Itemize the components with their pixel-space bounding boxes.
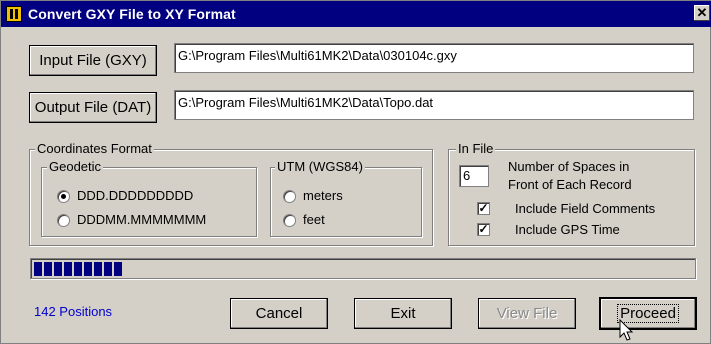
radio-dddmm-label: DDDMM.MMMMMMM (77, 212, 207, 227)
exit-button[interactable]: Exit (354, 298, 452, 329)
radio-ddd-label: DDD.DDDDDDDDD (77, 188, 194, 203)
progress-block (44, 262, 52, 276)
cancel-button-label: Cancel (255, 305, 303, 322)
geodetic-legend: Geodetic (47, 159, 104, 174)
progress-fill (34, 262, 122, 276)
exit-button-label: Exit (390, 305, 416, 322)
output-file-button[interactable]: Output File (DAT) (29, 92, 157, 123)
view-file-button[interactable]: View File (478, 298, 576, 329)
radio-meters[interactable] (283, 190, 296, 203)
title-bar[interactable]: Convert GXY File to XY Format ✕ (1, 1, 711, 27)
include-gps-time-checkbox[interactable]: ✓ (477, 223, 490, 236)
spaces-label-line1: Number of Spaces in (508, 159, 630, 174)
window-title: Convert GXY File to XY Format (28, 6, 236, 22)
dialog-window: Convert GXY File to XY Format ✕ Input Fi… (0, 0, 711, 344)
proceed-button[interactable]: Proceed (599, 297, 697, 330)
progress-block (54, 262, 62, 276)
spaces-label-line2: Front of Each Record (508, 177, 632, 192)
progress-block (114, 262, 122, 276)
progress-bar (30, 258, 696, 279)
progress-block (34, 262, 42, 276)
radio-ddd[interactable] (57, 190, 70, 203)
coordinates-format-legend: Coordinates Format (35, 141, 154, 156)
input-file-path-field[interactable]: G:\Program Files\Multi61MK2\Data\030104c… (174, 43, 694, 73)
input-file-button[interactable]: Input File (GXY) (29, 45, 157, 76)
progress-block (84, 262, 92, 276)
in-file-legend: In File (456, 141, 496, 156)
radio-dddmm[interactable] (57, 214, 70, 227)
progress-block (104, 262, 112, 276)
output-file-path-field[interactable]: G:\Program Files\Multi61MK2\Data\Topo.da… (174, 90, 694, 120)
include-comments-checkbox[interactable]: ✓ (477, 202, 490, 215)
cancel-button[interactable]: Cancel (230, 298, 328, 329)
radio-feet[interactable] (283, 214, 296, 227)
view-file-button-label: View File (496, 305, 558, 322)
spaces-input[interactable]: 6 (459, 165, 489, 187)
progress-block (74, 262, 82, 276)
positions-count: 142 Positions (34, 304, 113, 319)
progress-block (64, 262, 72, 276)
input-file-button-label: Input File (GXY) (39, 52, 147, 69)
mouse-pointer-icon (619, 319, 634, 341)
include-comments-label: Include Field Comments (515, 201, 656, 216)
radio-meters-label: meters (303, 188, 343, 203)
include-gps-time-label: Include GPS Time (515, 222, 620, 237)
utm-legend: UTM (WGS84) (275, 159, 365, 174)
progress-block (94, 262, 102, 276)
app-icon (6, 6, 22, 22)
radio-feet-label: feet (303, 212, 325, 227)
close-icon[interactable]: ✕ (694, 5, 710, 21)
output-file-button-label: Output File (DAT) (34, 99, 152, 116)
